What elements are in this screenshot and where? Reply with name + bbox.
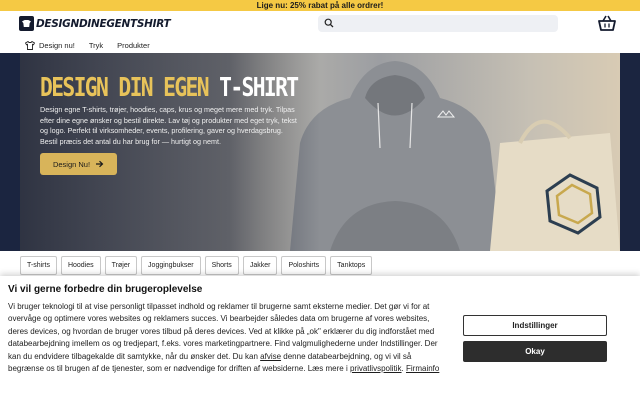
reject-link[interactable]: afvise — [260, 352, 281, 361]
search-input[interactable] — [318, 15, 558, 32]
cookie-consent-banner: Vi vil gerne forbedre din brugeroplevels… — [0, 276, 640, 400]
arrow-right-icon — [96, 160, 104, 168]
site-logo[interactable]: DESIGNDINEGENTSHIRT — [19, 16, 171, 31]
nav-item-design[interactable]: Design nu! — [25, 40, 75, 50]
category-tab[interactable]: T-shirts — [20, 256, 57, 275]
category-tab[interactable]: Poloshirts — [281, 256, 327, 275]
settings-button[interactable]: Indstillinger — [463, 315, 607, 336]
nav-item-label: Design nu! — [39, 40, 75, 50]
category-tab[interactable]: Jakker — [242, 256, 278, 275]
category-tab[interactable]: Trøjer — [104, 256, 138, 275]
hero-banner: DESIGN DIN EGEN T-SHIRT Design egne T-sh… — [0, 53, 640, 251]
search-icon — [324, 18, 334, 28]
nav-item-label: Tryk — [88, 40, 104, 50]
hero-title: DESIGN DIN EGEN T-SHIRT — [40, 73, 299, 103]
consent-text: Vi bruger teknologi til at vise personli… — [8, 302, 440, 374]
main-nav: Design nu! Tryk Produkter — [0, 37, 640, 53]
category-tab[interactable]: Tanktops — [330, 256, 373, 275]
category-tabs: T-shirts Hoodies Trøjer Joggingbukser Sh… — [20, 256, 620, 278]
nav-item-tryk[interactable]: Tryk — [89, 41, 103, 50]
accept-button[interactable]: Okay — [463, 341, 607, 362]
consent-title: Vi vil gerne forbedre din brugeroplevels… — [8, 284, 203, 295]
shirt-logo-icon — [19, 16, 34, 31]
company-info-link[interactable]: Firmainfo — [406, 364, 439, 373]
category-tab[interactable]: Hoodies — [60, 256, 101, 275]
design-now-button[interactable]: Design Nu! — [40, 153, 117, 175]
tote-bag-image — [490, 119, 620, 251]
logo-text: DESIGNDINEGENTSHIRT — [36, 17, 171, 30]
nav-item-produkter[interactable]: Produkter — [117, 41, 150, 50]
category-tab[interactable]: Shorts — [204, 256, 239, 275]
nav-item-label: Produkter — [117, 40, 150, 50]
site-header: DESIGNDINEGENTSHIRT — [0, 11, 640, 37]
privacy-policy-link[interactable]: privatlivspolitik — [350, 364, 402, 373]
promo-bar: Lige nu: 25% rabat på alle ordrer! — [0, 0, 640, 11]
hero-description: Design egne T-shirts, trøjer, hoodies, c… — [40, 105, 297, 146]
shirt-icon — [25, 40, 35, 50]
category-tab[interactable]: Joggingbukser — [141, 256, 201, 275]
basket-icon[interactable] — [598, 15, 616, 31]
